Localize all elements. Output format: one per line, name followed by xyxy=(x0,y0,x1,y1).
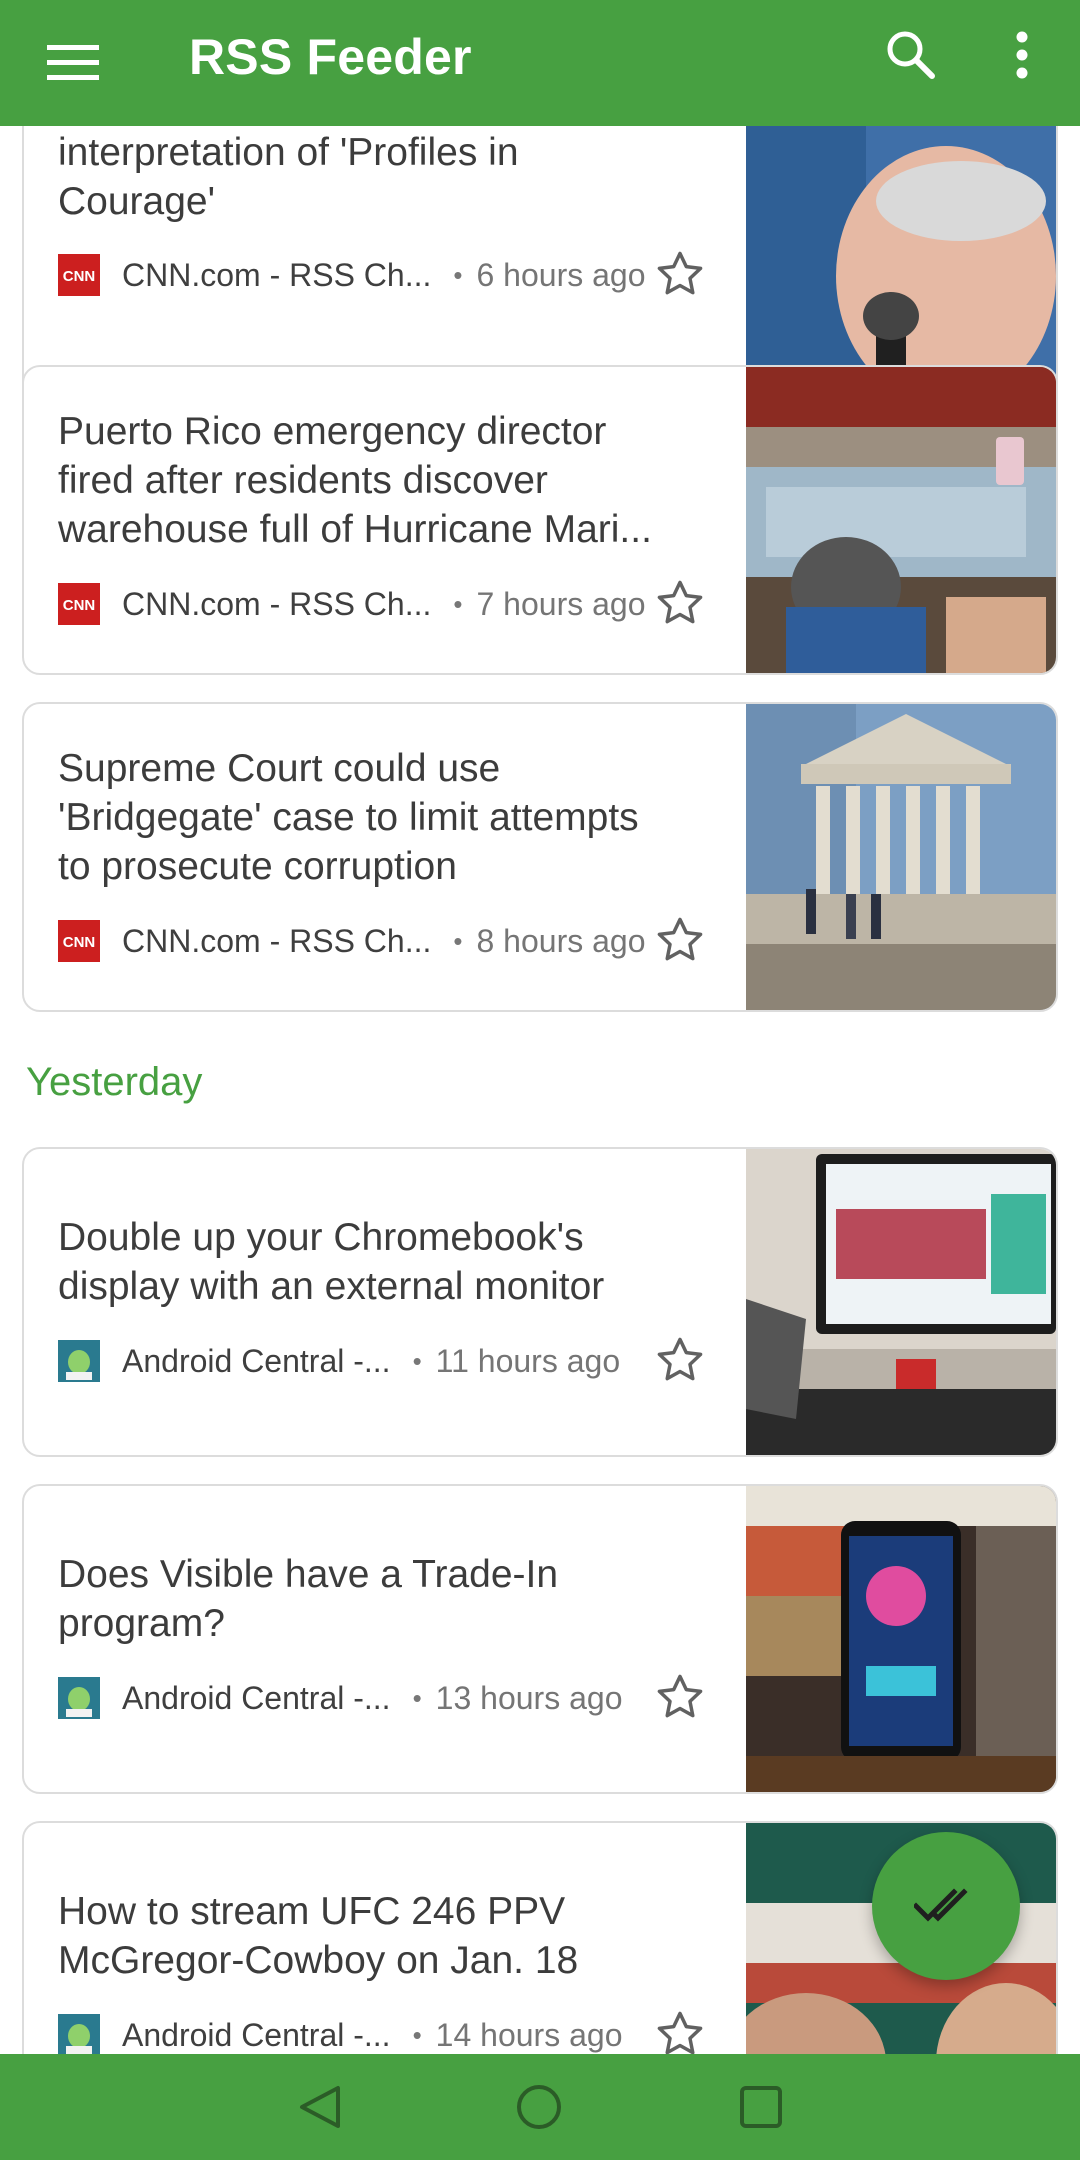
section-header-yesterday: Yesterday xyxy=(26,1060,203,1104)
star-outline-icon xyxy=(657,580,703,624)
favorite-star-button[interactable] xyxy=(650,1667,710,1727)
more-vert-icon xyxy=(1016,31,1028,79)
article-thumbnail xyxy=(746,1149,1056,1455)
star-outline-icon xyxy=(657,1337,703,1381)
nav-home-button[interactable] xyxy=(504,2072,574,2142)
menu-button[interactable] xyxy=(40,30,106,96)
article-headline: Does Visible have a Trade-In program? xyxy=(58,1553,559,1645)
source-name: Android Central -... xyxy=(122,1679,391,1716)
cnn-logo-icon: CNN xyxy=(58,920,100,962)
cnn-logo-icon: CNN xyxy=(58,254,100,296)
article-thumbnail xyxy=(746,1486,1056,1792)
article-meta: Android Central -... • 14 hours ago xyxy=(58,2010,708,2054)
separator-dot: • xyxy=(412,2019,422,2050)
article-headline: Puerto Rico emergency director fired aft… xyxy=(58,410,652,551)
star-outline-icon xyxy=(657,917,703,961)
article-thumbnail xyxy=(746,704,1056,1010)
android-central-logo-icon xyxy=(58,1340,100,1382)
done-all-icon xyxy=(914,1888,968,1922)
source-name: CNN.com - RSS Ch... xyxy=(122,256,432,293)
source-name: CNN.com - RSS Ch... xyxy=(122,585,432,622)
screen: RSS Feeder interpretation of 'Profiles i… xyxy=(0,0,1080,2160)
article-time: 11 hours ago xyxy=(435,1342,621,1379)
article-card[interactable]: Puerto Rico emergency director fired aft… xyxy=(22,365,1058,675)
separator-dot: • xyxy=(412,1682,422,1713)
article-card[interactable]: Supreme Court could use 'Bridgegate' cas… xyxy=(22,702,1058,1012)
star-outline-icon xyxy=(657,1674,703,1718)
article-meta: CNN CNN.com - RSS Ch... • 8 hours ago xyxy=(58,916,708,966)
star-outline-icon xyxy=(657,251,703,295)
article-time: 6 hours ago xyxy=(476,256,646,293)
recents-square-icon xyxy=(740,2086,782,2128)
home-circle-icon xyxy=(517,2085,561,2129)
article-time: 13 hours ago xyxy=(435,1679,623,1716)
source-name: Android Central -... xyxy=(122,1342,391,1379)
article-meta: CNN CNN.com - RSS Ch... • 7 hours ago xyxy=(58,579,708,629)
favorite-star-button[interactable] xyxy=(650,244,710,304)
search-icon xyxy=(887,31,935,79)
source-name: CNN.com - RSS Ch... xyxy=(122,922,432,959)
favorite-star-button[interactable] xyxy=(650,573,710,633)
article-headline: Supreme Court could use 'Bridgegate' cas… xyxy=(58,747,639,888)
article-time: 7 hours ago xyxy=(476,585,646,622)
separator-dot: • xyxy=(412,1345,422,1376)
nav-recents-button[interactable] xyxy=(726,2072,796,2142)
article-headline: Double up your Chromebook's display with… xyxy=(58,1216,605,1308)
app-title: RSS Feeder xyxy=(189,29,472,85)
android-central-logo-icon xyxy=(58,2014,100,2054)
separator-dot: • xyxy=(453,588,463,619)
system-nav-bar xyxy=(0,2054,1080,2160)
svg-text:CNN: CNN xyxy=(63,597,96,614)
svg-text:CNN: CNN xyxy=(63,268,96,285)
app-bar: RSS Feeder xyxy=(0,0,1080,126)
article-headline: interpretation of 'Profiles in Courage' xyxy=(58,131,519,223)
article-meta: CNN CNN.com - RSS Ch... • 6 hours ago xyxy=(58,250,708,300)
back-triangle-icon xyxy=(300,2086,340,2128)
article-time: 8 hours ago xyxy=(476,922,646,959)
article-time: 14 hours ago xyxy=(435,2016,623,2053)
separator-dot: • xyxy=(453,925,463,956)
favorite-star-button[interactable] xyxy=(650,910,710,970)
nav-back-button[interactable] xyxy=(285,2072,355,2142)
article-meta: Android Central -... • 13 hours ago xyxy=(58,1673,708,1723)
menu-icon xyxy=(47,45,99,80)
mark-all-read-fab[interactable] xyxy=(872,1832,1020,1980)
article-meta: Android Central -... • 11 hours ago xyxy=(58,1336,708,1386)
star-outline-icon xyxy=(657,2011,703,2054)
more-options-button[interactable] xyxy=(1000,20,1044,90)
article-headline: How to stream UFC 246 PPV McGregor-Cowbo… xyxy=(58,1890,579,1982)
search-button[interactable] xyxy=(876,20,946,90)
android-central-logo-icon xyxy=(58,1677,100,1719)
separator-dot: • xyxy=(453,259,463,290)
source-name: Android Central -... xyxy=(122,2016,391,2053)
article-card[interactable]: Double up your Chromebook's display with… xyxy=(22,1147,1058,1457)
favorite-star-button[interactable] xyxy=(650,1330,710,1390)
article-feed[interactable]: interpretation of 'Profiles in Courage' … xyxy=(0,126,1080,2054)
cnn-logo-icon: CNN xyxy=(58,583,100,625)
article-thumbnail xyxy=(746,367,1056,673)
article-card[interactable]: Does Visible have a Trade-In program? An… xyxy=(22,1484,1058,1794)
svg-text:CNN: CNN xyxy=(63,934,96,951)
favorite-star-button[interactable] xyxy=(650,2004,710,2054)
